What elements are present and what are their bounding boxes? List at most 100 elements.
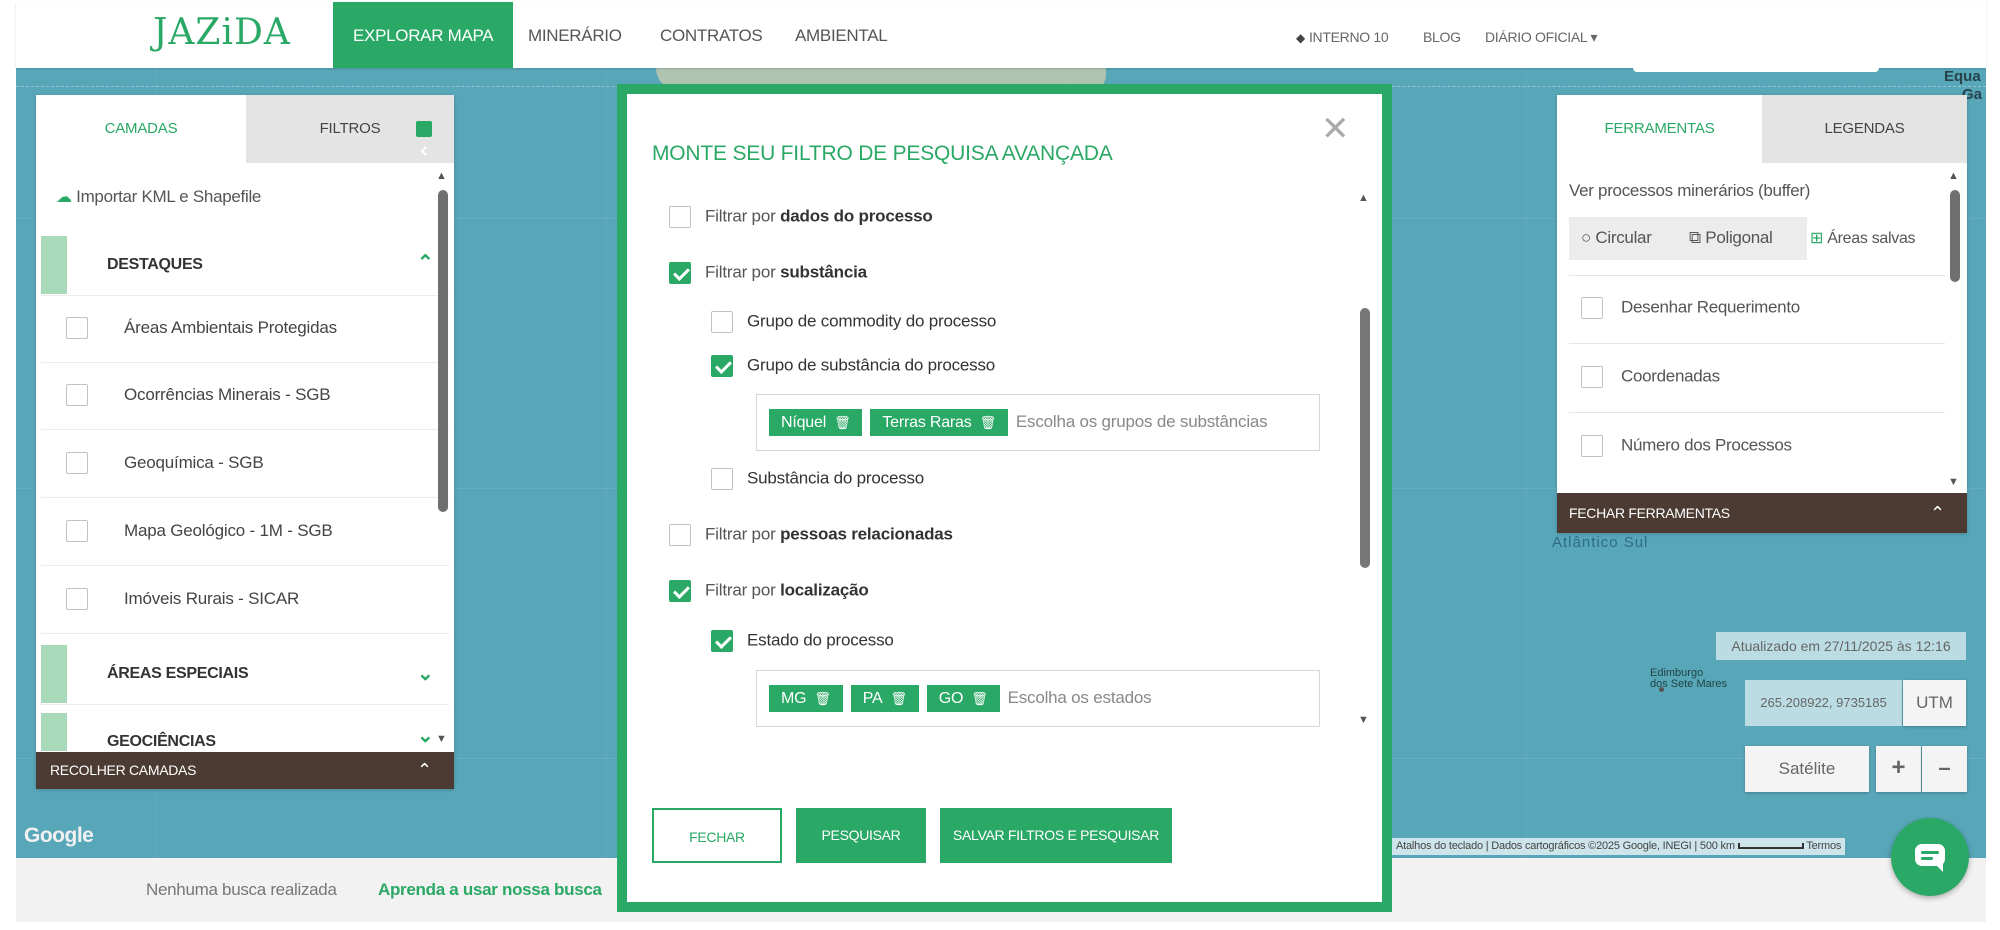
subfilter-estado[interactable]: Estado do processo (711, 630, 894, 652)
subfilter-label: Substância do processo (747, 468, 925, 488)
filter-prefix: Filtrar por (705, 524, 776, 544)
layer-row[interactable]: Áreas Ambientais Protegidas (41, 296, 449, 363)
search-button[interactable]: PESQUISAR (796, 808, 926, 863)
collapse-layers-bar[interactable]: RECOLHER CAMADAS ⌃ (36, 752, 454, 789)
tab-explorar-mapa[interactable]: EXPLORAR MAPA (333, 2, 514, 68)
subfilter-checkbox[interactable] (711, 355, 733, 377)
layer-row[interactable]: Ocorrências Minerais - SGB (41, 363, 449, 430)
scroll-down-arrow[interactable]: ▼ (436, 733, 447, 745)
selected-tag[interactable]: Níquel 🗑 (769, 409, 863, 436)
map-type-button[interactable]: Satélite (1745, 746, 1869, 792)
filter-checkbox[interactable] (669, 206, 691, 228)
layer-checkbox[interactable] (66, 384, 88, 406)
tool-checkbox[interactable] (1581, 435, 1603, 457)
tab-contratos[interactable]: CONTRATOS (660, 2, 763, 68)
subfilter-commodity[interactable]: Grupo de commodity do processo (711, 311, 996, 333)
filter-prefix: Filtrar por (705, 262, 776, 282)
diario-oficial-label: DIÁRIO OFICIAL (1485, 29, 1587, 45)
tab-ferramentas[interactable]: FERRAMENTAS (1557, 95, 1762, 163)
subfilter-checkbox[interactable] (711, 468, 733, 490)
state-select[interactable]: MG 🗑 PA 🗑 GO 🗑 Escolha os estados (756, 670, 1320, 727)
scroll-up-arrow[interactable]: ▲ (1358, 192, 1369, 204)
keyboard-shortcuts-link[interactable]: Atalhos do teclado (1396, 840, 1483, 852)
subfilter-checkbox[interactable] (711, 630, 733, 652)
section-destaques[interactable]: DESTAQUES ⌃ (41, 236, 449, 296)
terms-link[interactable]: Termos (1806, 840, 1841, 852)
coord-system-toggle[interactable]: UTM (1903, 680, 1966, 726)
filter-checkbox[interactable] (669, 262, 691, 284)
tool-checkbox[interactable] (1581, 366, 1603, 388)
scroll-down-arrow[interactable]: ▼ (1358, 714, 1369, 726)
selected-tag[interactable]: Terras Raras 🗑 (870, 409, 1008, 436)
diario-oficial-menu[interactable]: DIÁRIO OFICIAL ▾ (1485, 2, 1597, 68)
close-button[interactable]: FECHAR (652, 808, 782, 863)
close-tools-bar[interactable]: FECHAR FERRAMENTAS ⌃ (1557, 493, 1967, 533)
tab-camadas[interactable]: CAMADAS (36, 95, 246, 163)
filter-row-dados[interactable]: Filtrar por dados do processo (669, 206, 933, 228)
tool-row[interactable]: Número dos Processos (1581, 435, 1792, 457)
filter-row-localizacao[interactable]: Filtrar por localização (669, 580, 869, 602)
filter-checkbox[interactable] (669, 524, 691, 546)
coordinates-readout: 265.208922, 9735185 (1745, 680, 1902, 726)
trash-icon[interactable]: 🗑 (814, 691, 831, 706)
selected-tag[interactable]: PA 🗑 (850, 685, 919, 712)
tab-ambiental[interactable]: AMBIENTAL (795, 2, 888, 68)
nav-search-box[interactable] (1633, 48, 1879, 72)
jazida-logo[interactable]: JAZiDA (153, 12, 291, 53)
close-icon[interactable]: ✕ (1321, 112, 1350, 146)
subfilter-substancia[interactable]: Substância do processo (711, 468, 924, 490)
tab-legendas[interactable]: LEGENDAS (1762, 95, 1967, 163)
layer-checkbox[interactable] (66, 588, 88, 610)
layer-checkbox[interactable] (66, 520, 88, 542)
blog-link[interactable]: BLOG (1423, 2, 1461, 68)
selected-tag[interactable]: GO 🗑 (926, 685, 1000, 712)
buffer-saved-areas-button[interactable]: ⊞ Áreas salvas (1810, 228, 1916, 248)
tab-filtros[interactable]: FILTROS (246, 95, 454, 163)
layer-row[interactable]: Geoquímica - SGB (41, 431, 449, 498)
zoom-out-button[interactable]: – (1922, 746, 1967, 792)
trash-icon[interactable]: 🗑 (890, 691, 907, 706)
filter-checkbox[interactable] (669, 580, 691, 602)
chat-button[interactable] (1891, 818, 1969, 896)
section-areas-especiais[interactable]: ÁREAS ESPECIAIS ⌄ (41, 645, 449, 705)
trash-icon[interactable]: 🗑 (834, 415, 851, 430)
filter-name: pessoas relacionadas (780, 524, 953, 544)
substance-group-select[interactable]: Níquel 🗑 Terras Raras 🗑 Escolha os grupos de… (756, 394, 1320, 451)
import-kml-link[interactable]: ☁ Importar KML e Shapefile (56, 187, 261, 207)
buffer-circular-label: Circular (1595, 228, 1652, 247)
section-geociencias[interactable]: GEOCIÊNCIAS ⌄ (41, 713, 449, 751)
trash-icon[interactable]: 🗑 (980, 415, 997, 430)
scroll-up-arrow[interactable]: ▲ (436, 170, 447, 182)
subfilter-grupo-substancia[interactable]: Grupo de substância do processo (711, 355, 995, 377)
section-bar (41, 713, 67, 751)
subfilter-label: Grupo de commodity do processo (747, 311, 997, 331)
selected-tag[interactable]: MG 🗑 (769, 685, 843, 712)
layer-checkbox[interactable] (66, 452, 88, 474)
interno-link[interactable]: ◆ INTERNO 10 (1296, 2, 1389, 68)
trash-icon[interactable]: 🗑 (971, 691, 988, 706)
zoom-in-button[interactable]: + (1876, 746, 1921, 792)
tool-checkbox[interactable] (1581, 297, 1603, 319)
layers-scrollbar[interactable] (438, 190, 448, 512)
save-and-search-button[interactable]: SALVAR FILTROS E PESQUISAR (940, 808, 1172, 863)
layer-row[interactable]: Mapa Geológico - 1M - SGB (41, 499, 449, 566)
layer-row[interactable]: Imóveis Rurais - SICAR (41, 567, 449, 634)
layer-checkbox[interactable] (66, 317, 88, 339)
learn-search-link[interactable]: Aprenda a usar nossa busca (378, 880, 602, 900)
interno-label: INTERNO 10 (1308, 29, 1389, 45)
tools-scrollbar[interactable] (1950, 190, 1960, 282)
tool-row[interactable]: Desenhar Requerimento (1581, 297, 1800, 319)
subfilter-checkbox[interactable] (711, 311, 733, 333)
tool-row[interactable]: Coordenadas (1581, 366, 1720, 388)
tab-minerario[interactable]: MINERÁRIO (528, 2, 622, 68)
buffer-circular-button[interactable]: ○ Circular (1581, 228, 1652, 248)
top-nav: JAZiDA EXPLORAR MAPA MINERÁRIO CONTRATOS… (16, 2, 1986, 72)
scroll-up-arrow[interactable]: ▲ (1948, 170, 1959, 182)
modal-scrollbar[interactable] (1360, 308, 1370, 568)
scroll-down-arrow[interactable]: ▼ (1948, 476, 1959, 488)
buffer-polygonal-button[interactable]: ⧉ Poligonal (1689, 228, 1773, 248)
filter-row-pessoas[interactable]: Filtrar por pessoas relacionadas (669, 524, 953, 546)
filter-row-substancia[interactable]: Filtrar por substância (669, 262, 867, 284)
collapse-panel-icon[interactable] (416, 121, 432, 156)
chevron-up-icon: ⌃ (417, 760, 432, 780)
